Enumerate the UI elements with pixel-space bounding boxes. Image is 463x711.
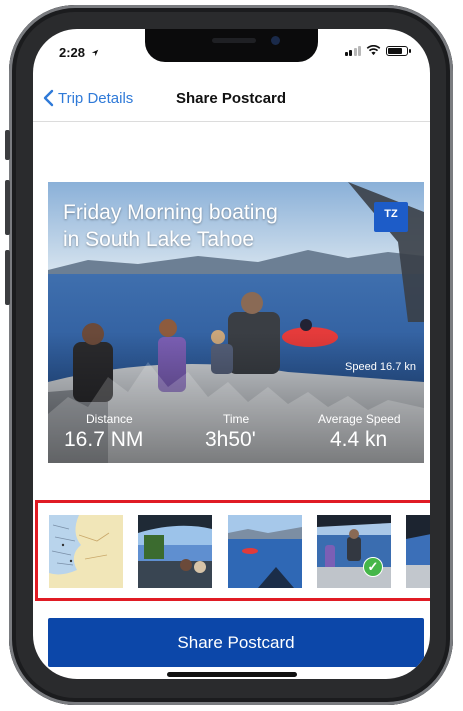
postcard-title: Friday Morning boating in South Lake Tah… (63, 199, 278, 253)
thumbnail-photo[interactable] (228, 515, 302, 588)
photo-thumbnail-image (138, 515, 212, 588)
page-title: Share Postcard (176, 90, 287, 107)
back-button[interactable]: Trip Details (43, 89, 133, 107)
status-indicators (344, 45, 411, 56)
stat-label: Average Speed (318, 412, 401, 426)
postcard-preview: Friday Morning boating in South Lake Tah… (48, 182, 424, 463)
thumbnail-photo[interactable] (406, 515, 430, 588)
home-indicator (167, 672, 297, 677)
checkmark-icon: ✓ (363, 557, 383, 577)
photo-thumbnail-image (406, 515, 430, 588)
stat-label: Time (223, 412, 250, 426)
stat-distance: Distance 16.7 NM (64, 412, 143, 452)
postcard-title-line1: Friday Morning boating (63, 201, 278, 224)
volume-up-button (5, 180, 10, 235)
stat-label: Distance (86, 412, 133, 426)
silent-switch (5, 130, 10, 160)
thumbnail-photo[interactable] (138, 515, 212, 588)
map-thumbnail-image (49, 515, 123, 588)
chevron-left-icon (43, 89, 54, 107)
volume-down-button (5, 250, 10, 305)
timezero-logo: TZ (374, 202, 408, 232)
navigation-bar: Trip Details Share Postcard (33, 79, 430, 122)
thumbnail-strip[interactable]: ✓ (35, 500, 430, 601)
back-button-label: Trip Details (58, 89, 134, 107)
signal-icon (344, 45, 361, 56)
location-arrow-icon (91, 49, 98, 57)
stat-time: Time 3h50' (205, 412, 256, 452)
stat-value: 4.4 kn (330, 428, 388, 451)
status-time: 2:28 (59, 45, 99, 60)
stat-value: 3h50' (205, 428, 256, 451)
thumbnail-map[interactable] (49, 515, 123, 588)
stat-average-speed: Average Speed 4.4 kn (318, 412, 401, 452)
battery-icon (386, 45, 411, 56)
share-postcard-button[interactable]: Share Postcard (48, 618, 424, 667)
speed-label: Speed 16.7 kn (345, 361, 416, 373)
photo-thumbnail-image (228, 515, 302, 588)
wifi-icon (366, 45, 381, 56)
notch (145, 29, 318, 62)
front-camera (271, 36, 280, 45)
app-screen: 2:28 Trip Details Share Postcard Friday … (33, 29, 430, 679)
photo-thumbnail-image (317, 515, 391, 588)
postcard-title-line2: in South Lake Tahoe (63, 228, 255, 251)
status-time-text: 2:28 (59, 45, 86, 60)
thumbnail-photo-selected[interactable]: ✓ (317, 515, 391, 588)
earpiece-speaker (212, 38, 256, 43)
stat-value: 16.7 NM (64, 428, 144, 451)
